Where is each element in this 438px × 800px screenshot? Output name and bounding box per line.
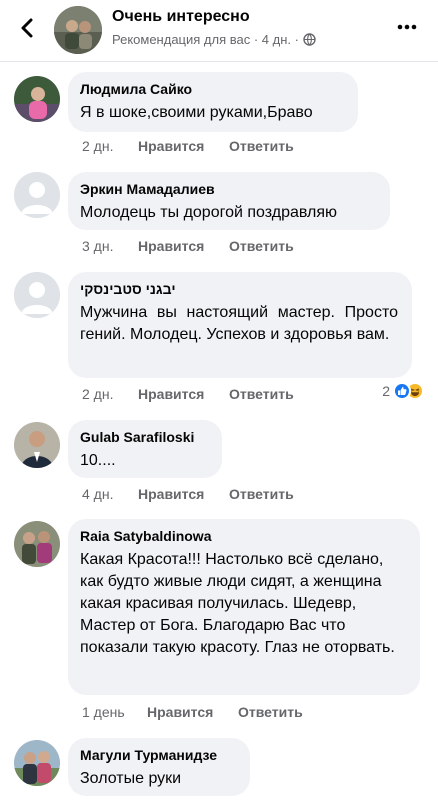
- comment-bubble: Gulab Sarafiloski 10....: [68, 420, 222, 478]
- comment-text: Золотые руки: [80, 770, 182, 787]
- avatar-photo: [14, 422, 60, 468]
- comment-author[interactable]: Людмила Сайко: [80, 80, 346, 98]
- default-avatar-icon: [14, 272, 60, 318]
- comment-text: Я в шоке,своими руками,Браво: [80, 104, 313, 121]
- comment-time[interactable]: 3 дн.: [82, 238, 113, 254]
- comment-text: Мужчина вы настоящий мастер. Просто гени…: [80, 304, 398, 343]
- reply-button[interactable]: Ответить: [229, 486, 294, 502]
- avatar-photo: [14, 76, 60, 122]
- back-button[interactable]: [12, 12, 44, 44]
- like-button[interactable]: Нравится: [147, 704, 213, 720]
- reaction-count: 2: [382, 383, 390, 399]
- avatar[interactable]: [14, 521, 60, 567]
- like-reaction-icon: [393, 382, 411, 400]
- globe-icon: [303, 33, 316, 46]
- avatar[interactable]: [14, 422, 60, 468]
- reply-button[interactable]: Ответить: [229, 138, 294, 154]
- avatar[interactable]: [14, 172, 60, 218]
- page-avatar[interactable]: [54, 6, 102, 54]
- comment-text: Какая Красота!!! Настолько всё сделано, …: [80, 551, 395, 656]
- like-button[interactable]: Нравится: [138, 238, 204, 254]
- comment-text: 10....: [80, 452, 116, 469]
- more-dots-icon: [397, 24, 417, 30]
- comment-text: Молодець ты дорогой поздравляю: [80, 204, 337, 221]
- post-meta-text: Рекомендация для вас · 4 дн. ·: [112, 32, 299, 47]
- default-avatar-icon: [14, 172, 60, 218]
- avatar-photo: [14, 740, 60, 786]
- comment-author[interactable]: Raia Satybaldinowa: [80, 527, 408, 545]
- comment-bubble: Людмила Сайко Я в шоке,своими руками,Бра…: [68, 72, 358, 132]
- reply-button[interactable]: Ответить: [229, 386, 294, 402]
- chevron-left-icon: [21, 18, 33, 38]
- comment-author[interactable]: Эркин Мамадалиев: [80, 180, 378, 198]
- comment-author[interactable]: Gulab Sarafiloski: [80, 428, 210, 446]
- page-title[interactable]: Очень интересно: [112, 8, 250, 26]
- comment-time[interactable]: 1 день: [82, 704, 125, 720]
- comment-time[interactable]: 2 дн.: [82, 386, 113, 402]
- post-header: Очень интересно Рекомендация для вас · 4…: [0, 0, 438, 62]
- comment-bubble: Магули Турманидзе Золотые руки: [68, 738, 250, 796]
- more-options-button[interactable]: [394, 14, 420, 40]
- comment-time[interactable]: 2 дн.: [82, 138, 113, 154]
- page-avatar-image: [54, 6, 102, 54]
- avatar[interactable]: [14, 76, 60, 122]
- post-meta: Рекомендация для вас · 4 дн. ·: [112, 32, 316, 47]
- comment-time[interactable]: 4 дн.: [82, 486, 113, 502]
- like-button[interactable]: Нравится: [138, 138, 204, 154]
- avatar-photo: [14, 521, 60, 567]
- like-button[interactable]: Нравится: [138, 486, 204, 502]
- reply-button[interactable]: Ответить: [238, 704, 303, 720]
- avatar[interactable]: [14, 740, 60, 786]
- comment-author[interactable]: Магули Турманидзе: [80, 746, 238, 764]
- comment-bubble: Raia Satybaldinowa Какая Красота!!! Наст…: [68, 519, 420, 695]
- reaction-summary[interactable]: 2: [382, 382, 424, 400]
- comment-bubble: יבגני סטבינסקי Мужчина вы настоящий маст…: [68, 272, 412, 378]
- like-button[interactable]: Нравится: [138, 386, 204, 402]
- comment-author[interactable]: יבגני סטבינסקי: [80, 280, 400, 298]
- avatar[interactable]: [14, 272, 60, 318]
- comment-bubble: Эркин Мамадалиев Молодець ты дорогой поз…: [68, 172, 390, 230]
- reply-button[interactable]: Ответить: [229, 238, 294, 254]
